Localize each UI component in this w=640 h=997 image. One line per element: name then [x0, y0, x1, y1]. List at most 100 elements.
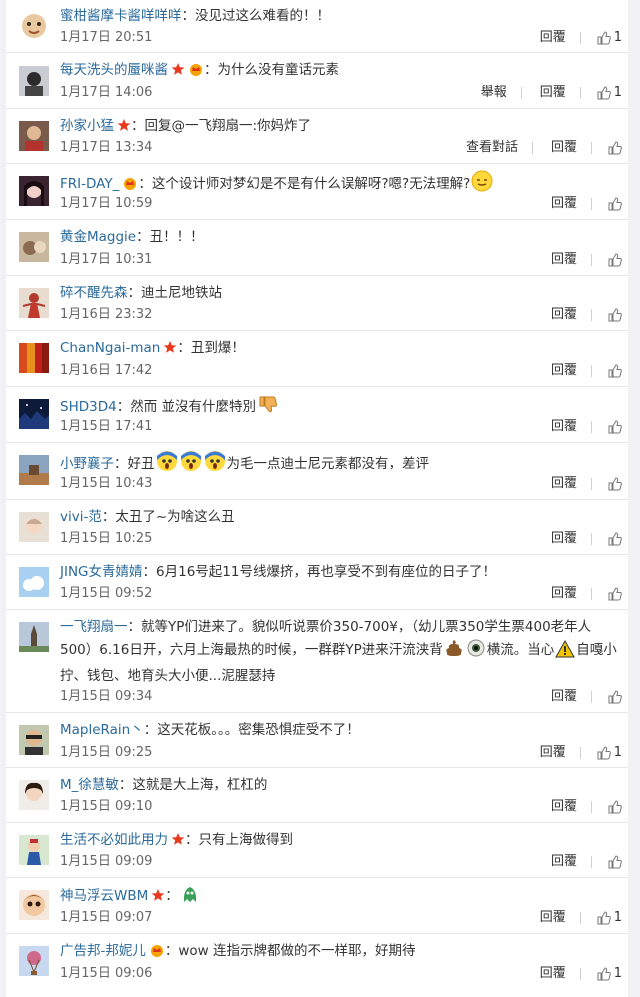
avatar[interactable]	[19, 567, 49, 597]
username-link[interactable]: 广告邦-邦妮儿	[60, 943, 146, 959]
divider	[579, 87, 581, 99]
avatar[interactable]	[19, 399, 49, 429]
username-link[interactable]: 每天洗头的蜃咪酱	[60, 62, 168, 78]
username-link[interactable]: JING女青婧婧	[60, 564, 143, 580]
divider	[591, 309, 592, 321]
comment-text: 广告邦-邦妮儿 ：wow 连指示牌都做的不一样耶，好期待	[60, 940, 620, 964]
avatar[interactable]	[19, 725, 49, 755]
like-button[interactable]	[608, 855, 622, 869]
avatar[interactable]	[19, 121, 49, 151]
report-button[interactable]: 舉報	[481, 84, 507, 102]
reply-button[interactable]: 回覆	[551, 798, 577, 816]
avatar[interactable]	[19, 622, 49, 652]
like-button[interactable]: 1	[597, 744, 622, 762]
reply-button[interactable]: 回覆	[551, 418, 577, 436]
like-button[interactable]	[608, 690, 622, 704]
avatar[interactable]	[19, 343, 49, 373]
username-link[interactable]: 黄金Maggie	[60, 229, 136, 245]
comment-item: 生活不必如此用力 ：只有上海做得到 1月15日 09:09 回覆	[6, 823, 628, 878]
username-link[interactable]: 生活不必如此用力	[60, 832, 168, 848]
username-link[interactable]: MapleRain丶	[60, 722, 144, 738]
thumbs-up-icon	[608, 477, 622, 491]
reply-button[interactable]: 回覆	[551, 362, 577, 380]
reply-button[interactable]: 回覆	[551, 853, 577, 871]
reply-button[interactable]: 回覆	[551, 475, 577, 493]
reply-button[interactable]: 回覆	[551, 251, 577, 269]
comment-body: 迪土尼地铁站	[141, 285, 222, 301]
thumbs-up-icon	[608, 141, 622, 155]
like-button[interactable]: 1	[597, 29, 622, 47]
like-button[interactable]: 1	[597, 84, 622, 102]
username-link[interactable]: vivi-范	[60, 509, 102, 525]
reply-button[interactable]: 回覆	[551, 585, 577, 603]
avatar[interactable]	[19, 66, 49, 96]
comment-actions: 回覆	[533, 362, 622, 380]
like-button[interactable]	[608, 587, 622, 601]
username-link[interactable]: 蜜柑酱摩卡酱咩咩咩	[60, 8, 182, 24]
star-badge	[117, 117, 131, 139]
comment-text: 神马浮云WBM：	[60, 884, 620, 911]
like-button[interactable]	[608, 420, 622, 434]
like-button[interactable]	[608, 364, 622, 378]
reply-button[interactable]: 回覆	[551, 306, 577, 324]
comment-text: 每天洗头的蜃咪酱 ：为什么没有童话元素	[60, 59, 620, 83]
divider	[591, 198, 592, 210]
username-link[interactable]: 神马浮云WBM	[60, 888, 148, 904]
like-button[interactable]	[608, 308, 622, 322]
comment-actions: 回覆	[533, 853, 622, 871]
reply-button[interactable]: 回覆	[540, 84, 566, 102]
timestamp: 1月17日 20:51	[60, 30, 153, 45]
avatar[interactable]	[19, 890, 49, 920]
username-link[interactable]: 一飞翔扇一	[60, 619, 128, 635]
thumbs-up-icon	[608, 364, 622, 378]
like-button[interactable]: 1	[597, 909, 622, 927]
like-button[interactable]	[608, 253, 622, 267]
like-count: 1	[613, 910, 622, 925]
reply-button[interactable]: 回覆	[540, 909, 566, 927]
comment-item: 小野襄子：好丑 为毛一点迪士尼元素都没有，差评 1月15日 10:43 回覆	[6, 443, 628, 500]
username-link[interactable]: M_徐慧敏	[60, 777, 119, 793]
reply-button[interactable]: 回覆	[551, 139, 577, 157]
like-count: 1	[613, 30, 622, 45]
reply-button[interactable]: 回覆	[540, 744, 566, 762]
reply-button[interactable]: 回覆	[551, 688, 577, 706]
reply-button[interactable]: 回覆	[551, 530, 577, 548]
avatar[interactable]	[19, 288, 49, 318]
like-button[interactable]	[608, 197, 622, 211]
username-link[interactable]: 碎不醒先森	[60, 285, 128, 301]
avatar[interactable]	[19, 512, 49, 542]
like-button[interactable]	[608, 141, 622, 155]
reply-button[interactable]: 回覆	[540, 965, 566, 983]
username-link[interactable]: 孙家小猛	[60, 118, 114, 134]
reply-button[interactable]: 回覆	[551, 195, 577, 213]
like-button[interactable]	[608, 800, 622, 814]
avatar[interactable]	[19, 835, 49, 865]
avatar[interactable]	[19, 10, 49, 40]
avatar[interactable]	[19, 455, 49, 485]
crown-badge	[122, 175, 138, 197]
like-button[interactable]	[608, 477, 622, 491]
divider	[579, 968, 581, 980]
comment-item: SHD3D4：然而 並沒有什麼特別 1月15日 17:41 回覆	[6, 387, 628, 443]
eyeball-emoji-icon	[466, 638, 486, 665]
avatar[interactable]	[19, 780, 49, 810]
crown-badge	[149, 942, 165, 964]
username-link[interactable]: SHD3D4	[60, 399, 117, 415]
reply-button[interactable]: 回覆	[540, 29, 566, 47]
thumbs-up-icon	[597, 746, 611, 760]
comment-actions: 回覆 1	[522, 909, 622, 927]
thumbs-up-icon	[608, 253, 622, 267]
comment-body: 为什么没有童话元素	[217, 62, 340, 78]
username-link[interactable]: ChanNgai-man	[60, 340, 160, 356]
comment-text: 碎不醒先森：迪土尼地铁站	[60, 285, 222, 301]
avatar[interactable]	[19, 946, 49, 976]
comment-text: 生活不必如此用力 ：只有上海做得到	[60, 829, 620, 853]
avatar[interactable]	[19, 232, 49, 262]
green-monster-emoji-icon	[180, 884, 200, 911]
username-link[interactable]: 小野襄子	[60, 456, 114, 472]
username-link[interactable]: FRI-DAY_	[60, 176, 119, 192]
avatar[interactable]	[19, 176, 49, 206]
view-conversation-button[interactable]: 查看對話	[466, 139, 518, 157]
like-button[interactable]	[608, 532, 622, 546]
like-button[interactable]: 1	[597, 965, 622, 983]
